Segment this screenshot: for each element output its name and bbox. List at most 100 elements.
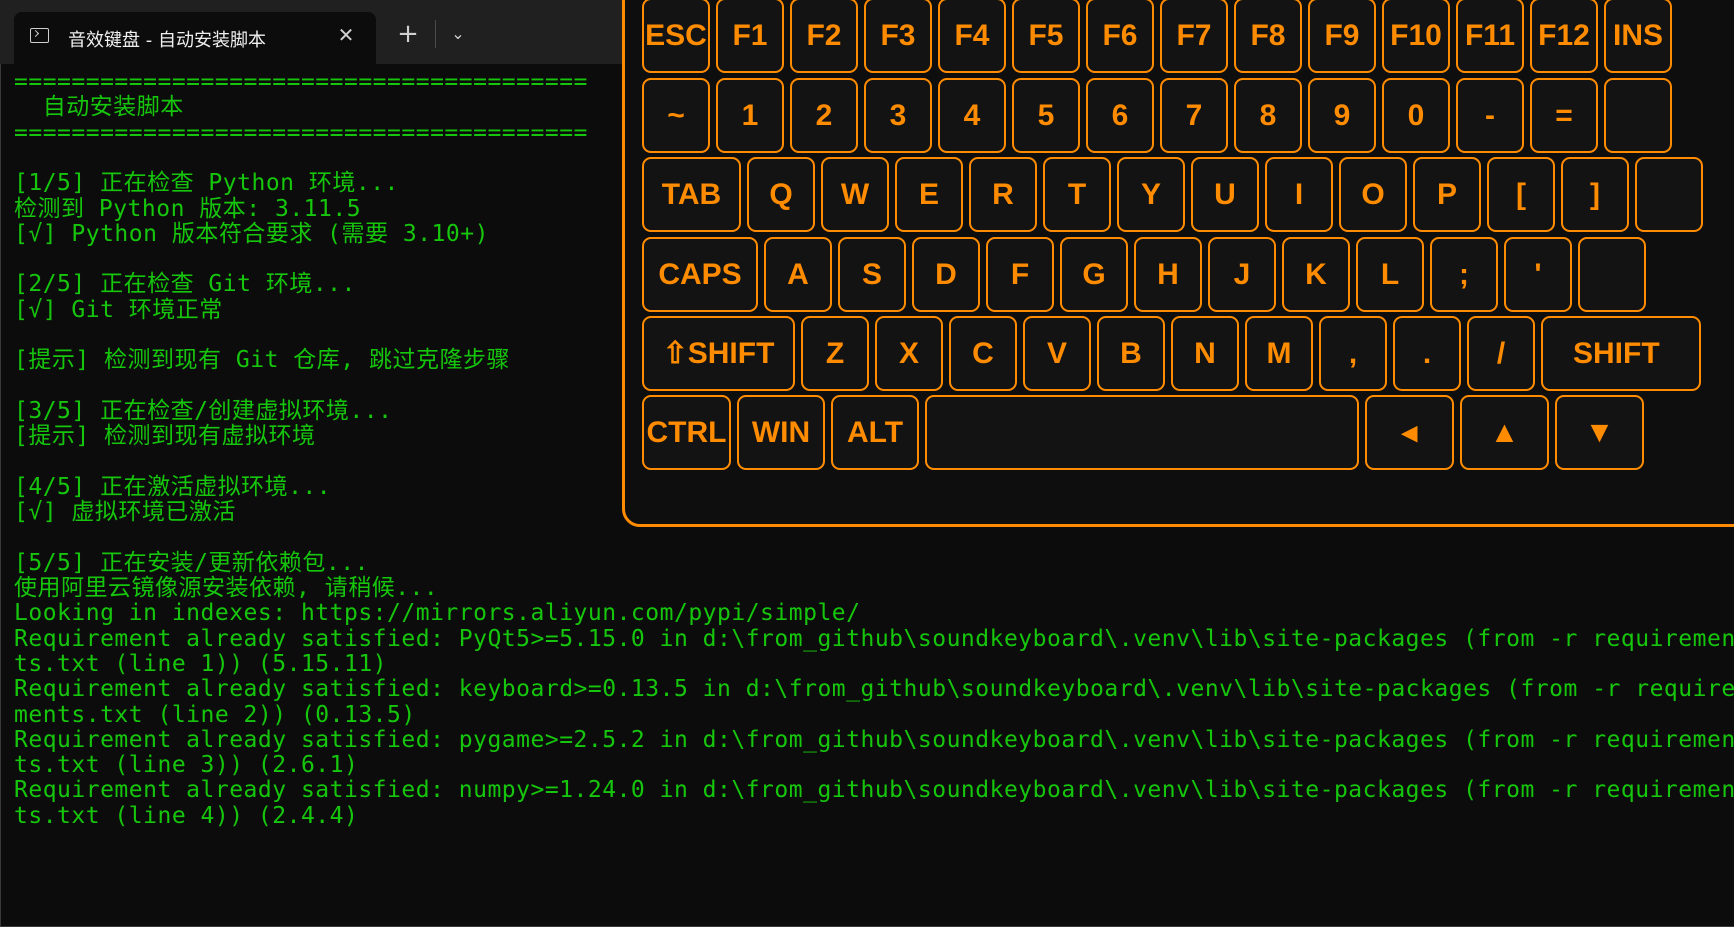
terminal-line: Requirement already satisfied: numpy>=1.… bbox=[14, 777, 1734, 804]
terminal-line: ts.txt (line 4)) (2.4.4) bbox=[14, 802, 359, 829]
key-8[interactable]: 8 bbox=[1234, 78, 1302, 153]
sound-keyboard-window: ESC F1 F2 F3 F4 F5 F6 F7 F8 F9 F10 F11 F12 INS ~1 2 3 4 5 6… bbox=[622, 0, 1734, 527]
key-f1[interactable]: F1 bbox=[716, 0, 784, 73]
key-o[interactable]: O bbox=[1339, 157, 1407, 232]
key-ins[interactable]: INS bbox=[1604, 0, 1672, 73]
key-blank[interactable] bbox=[1578, 237, 1646, 312]
key-f8[interactable]: F8 bbox=[1234, 0, 1302, 73]
key-e[interactable]: E bbox=[895, 157, 963, 232]
key-3[interactable]: 3 bbox=[864, 78, 932, 153]
key-i[interactable]: I bbox=[1265, 157, 1333, 232]
key-f4[interactable]: F4 bbox=[938, 0, 1006, 73]
key-y[interactable]: Y bbox=[1117, 157, 1185, 232]
key-win[interactable]: WIN bbox=[737, 395, 825, 470]
terminal-line: ts.txt (line 1)) (5.15.11) bbox=[14, 650, 388, 677]
tab-separator bbox=[435, 20, 436, 48]
terminal-line: ts.txt (line 3)) (2.6.1) bbox=[14, 752, 359, 779]
key-ctrl[interactable]: CTRL bbox=[642, 395, 731, 470]
key-esc[interactable]: ESC bbox=[642, 0, 710, 73]
key-5[interactable]: 5 bbox=[1012, 78, 1080, 153]
key-f5[interactable]: F5 bbox=[1012, 0, 1080, 73]
key-[interactable]: ▼ bbox=[1555, 395, 1644, 470]
key-p[interactable]: P bbox=[1413, 157, 1481, 232]
terminal-line: [4/5] 正在激活虚拟环境... bbox=[14, 473, 332, 500]
key-[interactable]: ◂ bbox=[1365, 395, 1454, 470]
key-[interactable]: / bbox=[1467, 316, 1535, 391]
key-f7[interactable]: F7 bbox=[1160, 0, 1228, 73]
terminal-line: [√] 虚拟环境已激活 bbox=[14, 499, 236, 526]
key-z[interactable]: Z bbox=[801, 316, 869, 391]
terminal-line: Requirement already satisfied: PyQt5>=5.… bbox=[14, 625, 1734, 652]
key-r[interactable]: R bbox=[969, 157, 1037, 232]
key-7[interactable]: 7 bbox=[1160, 78, 1228, 153]
key-f2[interactable]: F2 bbox=[790, 0, 858, 73]
key-j[interactable]: J bbox=[1208, 237, 1276, 312]
key-[interactable]: - bbox=[1456, 78, 1524, 153]
key-caps[interactable]: CAPS bbox=[642, 237, 758, 312]
terminal-line: [提示] 检测到现有 Git 仓库, 跳过克隆步骤 bbox=[14, 347, 510, 374]
key-[interactable]: [ bbox=[1487, 157, 1555, 232]
key-f11[interactable]: F11 bbox=[1456, 0, 1524, 73]
key-f12[interactable]: F12 bbox=[1530, 0, 1598, 73]
key-4[interactable]: 4 bbox=[938, 78, 1006, 153]
key-[interactable]: ' bbox=[1504, 237, 1572, 312]
key-[interactable]: = bbox=[1530, 78, 1598, 153]
key-blank[interactable] bbox=[1604, 78, 1672, 153]
tab-title: 音效键盘 - 自动安装脚本 bbox=[68, 30, 266, 51]
key-f3[interactable]: F3 bbox=[864, 0, 932, 73]
key-x[interactable]: X bbox=[875, 316, 943, 391]
key-shift[interactable]: SHIFT bbox=[1541, 316, 1701, 391]
key-q[interactable]: Q bbox=[747, 157, 815, 232]
key-v[interactable]: V bbox=[1023, 316, 1091, 391]
key-l[interactable]: L bbox=[1356, 237, 1424, 312]
key-[interactable]: , bbox=[1319, 316, 1387, 391]
key-shift[interactable]: ⇧SHIFT bbox=[642, 316, 795, 391]
terminal-line: Requirement already satisfied: keyboard>… bbox=[14, 676, 1734, 703]
key-2[interactable]: 2 bbox=[790, 78, 858, 153]
key-b[interactable]: B bbox=[1097, 316, 1165, 391]
key-m[interactable]: M bbox=[1245, 316, 1313, 391]
key-[interactable]: ; bbox=[1430, 237, 1498, 312]
key-h[interactable]: H bbox=[1134, 237, 1202, 312]
key-f[interactable]: F bbox=[986, 237, 1054, 312]
key-t[interactable]: T bbox=[1043, 157, 1111, 232]
terminal-line: 检测到 Python 版本: 3.11.5 bbox=[14, 195, 362, 222]
key-d[interactable]: D bbox=[912, 237, 980, 312]
key-n[interactable]: N bbox=[1171, 316, 1239, 391]
terminal-line: ments.txt (line 2)) (0.13.5) bbox=[14, 701, 416, 728]
key-k[interactable]: K bbox=[1282, 237, 1350, 312]
key-a[interactable]: A bbox=[764, 237, 832, 312]
terminal-line: [5/5] 正在安装/更新依赖包... bbox=[14, 549, 369, 576]
terminal-line: ======================================== bbox=[14, 69, 588, 95]
chevron-down-icon[interactable]: ⌄ bbox=[444, 20, 472, 48]
terminal-line: [√] Git 环境正常 bbox=[14, 296, 223, 323]
key-alt[interactable]: ALT bbox=[831, 395, 919, 470]
key-f10[interactable]: F10 bbox=[1382, 0, 1450, 73]
key-g[interactable]: G bbox=[1060, 237, 1128, 312]
key-w[interactable]: W bbox=[821, 157, 889, 232]
key-[interactable]: ▲ bbox=[1460, 395, 1549, 470]
key-blank[interactable] bbox=[1635, 157, 1703, 232]
key-s[interactable]: S bbox=[838, 237, 906, 312]
terminal-line: [√] Python 版本符合要求 (需要 3.10+) bbox=[14, 220, 489, 247]
key-9[interactable]: 9 bbox=[1308, 78, 1376, 153]
key-f9[interactable]: F9 bbox=[1308, 0, 1376, 73]
terminal-line: Requirement already satisfied: pygame>=2… bbox=[14, 726, 1734, 753]
terminal-tab[interactable]: 音效键盘 - 自动安装脚本 ✕ bbox=[14, 12, 376, 64]
key-[interactable]: . bbox=[1393, 316, 1461, 391]
close-tab-icon[interactable]: ✕ bbox=[334, 23, 358, 47]
key-0[interactable]: 0 bbox=[1382, 78, 1450, 153]
terminal-line: 使用阿里云镜像源安装依赖, 请稍候... bbox=[14, 575, 439, 601]
key-blank[interactable] bbox=[925, 395, 1359, 470]
terminal-line: [2/5] 正在检查 Git 环境... bbox=[14, 271, 356, 298]
key-[interactable]: ] bbox=[1561, 157, 1629, 232]
key-c[interactable]: C bbox=[949, 316, 1017, 391]
key-6[interactable]: 6 bbox=[1086, 78, 1154, 153]
terminal-line: 自动安装脚本 bbox=[14, 94, 184, 121]
key-f6[interactable]: F6 bbox=[1086, 0, 1154, 73]
key-tab[interactable]: TAB bbox=[642, 157, 741, 232]
key-1[interactable]: 1 bbox=[716, 78, 784, 153]
key-u[interactable]: U bbox=[1191, 157, 1259, 232]
new-tab-button[interactable]: + bbox=[394, 20, 422, 48]
key-[interactable]: ~ bbox=[642, 78, 710, 153]
